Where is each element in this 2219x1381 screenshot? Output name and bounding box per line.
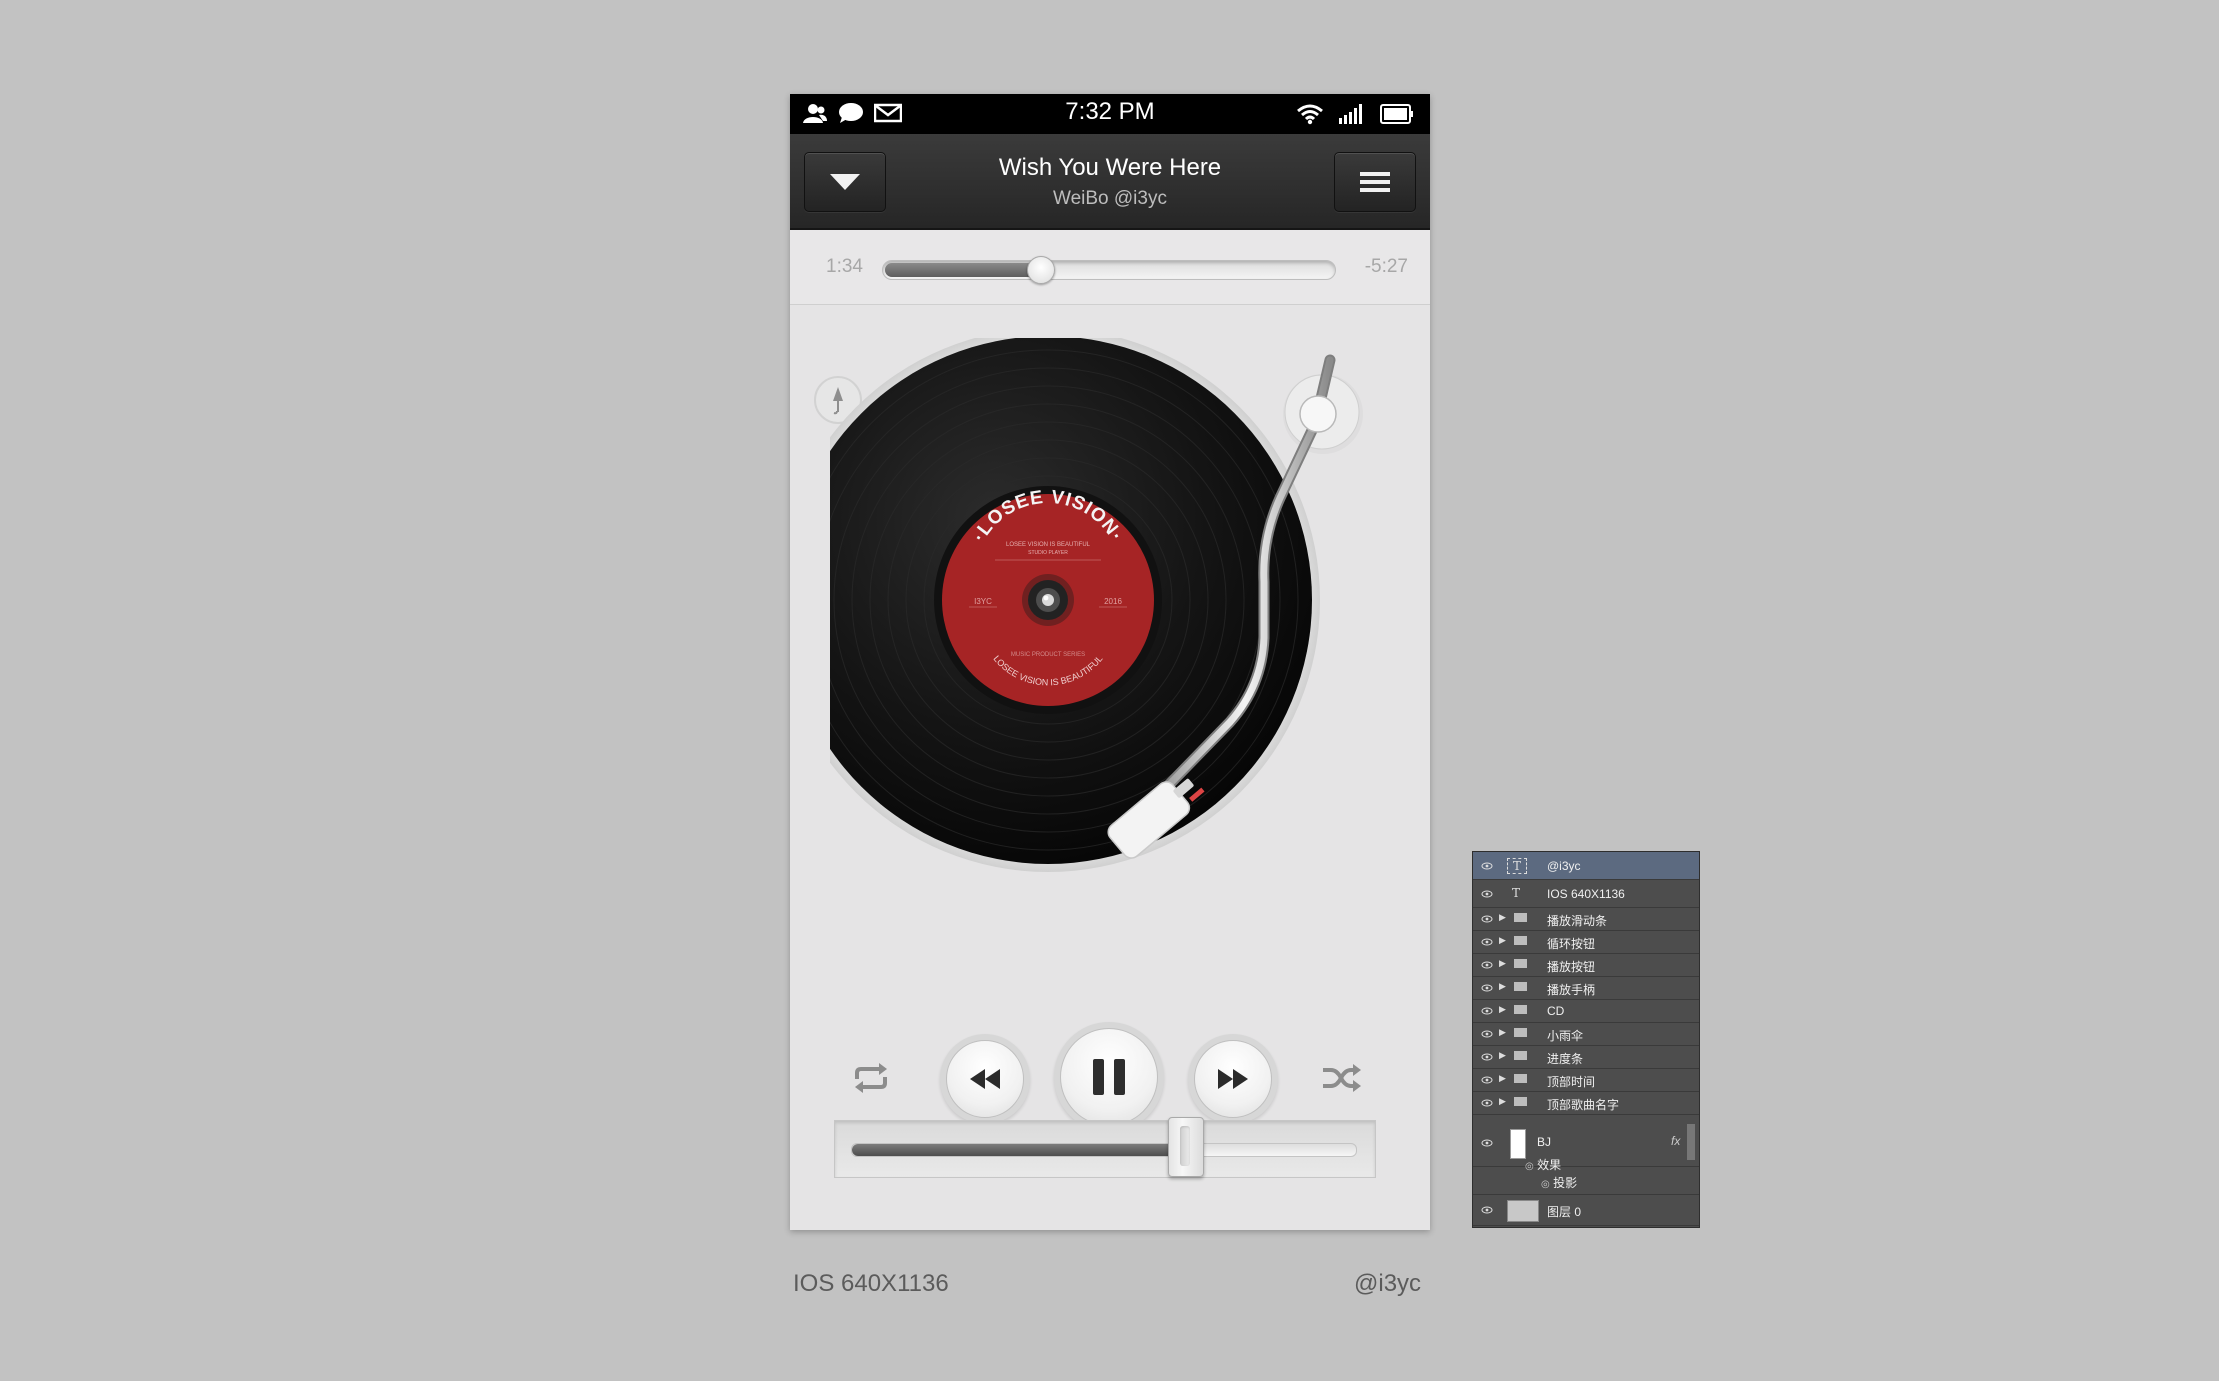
fx-icon: fx <box>1671 1134 1681 1148</box>
eye-icon[interactable] <box>1481 959 1493 971</box>
layer-name: 顶部歌曲名字 <box>1547 1098 1620 1112</box>
layer-row[interactable]: ▶ 进度条 <box>1473 1046 1699 1069</box>
layer-row[interactable]: ▶ 播放按钮 <box>1473 954 1699 977</box>
layer-row[interactable]: ▶ CD <box>1473 1000 1699 1023</box>
layer-name: 进度条 <box>1547 1052 1584 1066</box>
layer-row[interactable]: ▶ 小雨伞 <box>1473 1023 1699 1046</box>
layer-thumbnail <box>1510 1129 1526 1159</box>
menu-button[interactable] <box>1334 152 1416 212</box>
rewind-button[interactable] <box>946 1040 1024 1118</box>
layer-bj[interactable]: BJ fx <box>1473 1120 1699 1167</box>
spindle <box>1042 594 1054 606</box>
folder-icon: ▶ <box>1499 1027 1528 1038</box>
signal-icon <box>1339 104 1362 124</box>
progress-area: 1:34 -5:27 <box>790 230 1430 305</box>
volume-knob[interactable] <box>1168 1117 1204 1177</box>
layer-name: 循环按钮 <box>1547 937 1596 951</box>
pause-icon <box>1093 1059 1125 1095</box>
layer-name: 播放按钮 <box>1547 960 1596 974</box>
elapsed-time: 1:34 <box>826 256 863 277</box>
layer-row[interactable]: ▶ 顶部时间 <box>1473 1069 1699 1092</box>
layer-effects[interactable]: ◎ 效果 <box>1525 1156 1561 1173</box>
progress-bar[interactable] <box>882 256 1336 284</box>
eye-icon[interactable] <box>1481 982 1493 994</box>
pause-button[interactable] <box>1060 1028 1158 1126</box>
eye-icon[interactable]: ◎ <box>1525 1161 1534 1172</box>
layer-shadow-effect[interactable]: ◎ 投影 <box>1541 1174 1577 1191</box>
eye-icon[interactable] <box>1481 913 1493 925</box>
layer-name: 图层 0 <box>1547 1205 1582 1219</box>
layer-name: CD <box>1547 1004 1565 1018</box>
rewind-icon <box>970 1069 1000 1089</box>
layer-name: 播放滑动条 <box>1547 914 1608 928</box>
menu-icon <box>1360 172 1390 192</box>
nav-bar: Wish You Were Here WeiBo @i3yc <box>790 134 1430 230</box>
effects-label: 效果 <box>1537 1158 1562 1172</box>
volume-track[interactable] <box>851 1117 1357 1177</box>
eye-icon[interactable] <box>1481 888 1493 900</box>
label-left: I3YC <box>974 597 992 606</box>
caption-right: @i3yc <box>1354 1270 1422 1297</box>
layer-row[interactable]: ▶ 顶部歌曲名字 <box>1473 1092 1699 1115</box>
layer-row[interactable]: ▶ 播放滑动条 <box>1473 908 1699 931</box>
layer-row[interactable]: ▶ 播放手柄 <box>1473 977 1699 1000</box>
label-right: 2016 <box>1104 597 1122 606</box>
remaining-time: -5:27 <box>1364 256 1408 277</box>
repeat-button[interactable] <box>850 1057 892 1099</box>
layer-name: 小雨伞 <box>1547 1029 1584 1043</box>
eye-icon[interactable] <box>1481 860 1493 872</box>
status-bar: 7:32 PM <box>790 94 1430 134</box>
caption-left: IOS 640X1136 <box>793 1270 949 1297</box>
text-layer-icon: T <box>1507 857 1527 874</box>
layer-name: 播放手柄 <box>1547 983 1596 997</box>
fast-forward-icon <box>1218 1069 1248 1089</box>
eye-icon[interactable] <box>1481 1097 1493 1109</box>
eye-icon[interactable] <box>1481 936 1493 948</box>
text-layer-icon: T <box>1511 885 1520 900</box>
battery-icon <box>1380 104 1413 124</box>
phone-screen: 7:32 PM Wish You Were Here WeiBo @i3yc 1… <box>790 94 1430 1230</box>
layer-row[interactable]: T @i3yc <box>1473 852 1699 880</box>
layer-name: @i3yc <box>1547 858 1581 873</box>
wifi-icon <box>1297 104 1323 125</box>
eye-icon[interactable]: ◎ <box>1541 1179 1550 1190</box>
folder-icon: ▶ <box>1499 981 1528 992</box>
folder-icon: ▶ <box>1499 1073 1528 1084</box>
eye-icon[interactable] <box>1481 1028 1493 1040</box>
layer-base[interactable]: 图层 0 <box>1473 1194 1699 1226</box>
progress-fill <box>885 263 1042 277</box>
eye-icon[interactable] <box>1481 1074 1493 1086</box>
layers-panel: T @i3yc T IOS 640X1136 ▶ 播放滑动条 ▶ 循环按钮 ▶ 播放按钮 ▶ … <box>1472 851 1700 1228</box>
folder-icon: ▶ <box>1499 935 1528 946</box>
label-sub2: STUDIO PLAYER <box>1028 550 1068 556</box>
layer-name: IOS 640X1136 <box>1547 886 1625 901</box>
layer-name: BJ <box>1537 1135 1552 1149</box>
eye-icon[interactable] <box>1481 1005 1493 1017</box>
folder-icon: ▶ <box>1499 1004 1528 1015</box>
shuffle-icon <box>1323 1064 1361 1092</box>
shuffle-button[interactable] <box>1320 1058 1364 1098</box>
progress-knob[interactable] <box>1027 256 1055 284</box>
folder-icon: ▶ <box>1499 1050 1528 1061</box>
layer-thumbnail <box>1507 1200 1539 1222</box>
folder-icon: ▶ <box>1499 1096 1528 1107</box>
eye-icon[interactable] <box>1481 1051 1493 1063</box>
fast-forward-button[interactable] <box>1194 1040 1272 1118</box>
folder-icon: ▶ <box>1499 958 1528 969</box>
layer-name: 顶部时间 <box>1547 1075 1596 1089</box>
folder-icon: ▶ <box>1499 912 1528 923</box>
turntable: ·LOSEE VISION· LOSEE VISION IS BEAUTIFUL… <box>830 338 1363 872</box>
layer-row[interactable]: T IOS 640X1136 <box>1473 880 1699 908</box>
label-sub3: MUSIC PRODUCT SERIES <box>1011 652 1085 658</box>
volume-fill <box>852 1144 1185 1156</box>
eye-icon[interactable] <box>1481 1137 1493 1149</box>
label-sub1: LOSEE VISION IS BEAUTIFUL <box>1006 542 1091 548</box>
eye-icon[interactable] <box>1481 1204 1493 1216</box>
repeat-icon <box>855 1063 887 1093</box>
scrollbar[interactable] <box>1687 1124 1695 1160</box>
shadow-label: 投影 <box>1553 1176 1578 1190</box>
volume-slider[interactable] <box>834 1117 1376 1178</box>
layer-row[interactable]: ▶ 循环按钮 <box>1473 931 1699 954</box>
